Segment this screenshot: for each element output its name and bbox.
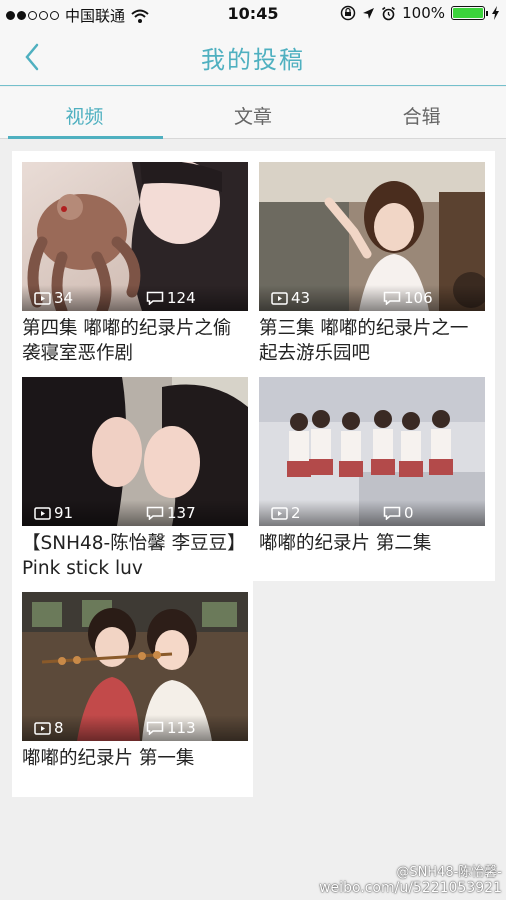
- video-thumbnail: 43 106: [259, 162, 485, 311]
- play-icon: [271, 291, 288, 305]
- alarm-icon: [382, 6, 396, 20]
- charging-bolt-icon: [492, 6, 499, 20]
- battery-percent: 100%: [402, 4, 445, 22]
- video-title: 【SNH48-陈怡馨 李豆豆】Pink stick luv: [22, 533, 246, 579]
- video-thumbnail: 91 137: [22, 377, 248, 526]
- status-bar-right: 100%: [340, 4, 500, 22]
- view-count: 43: [271, 289, 310, 307]
- battery-icon: [451, 6, 488, 20]
- comment-count: 137: [146, 504, 196, 522]
- comment-icon: [146, 721, 164, 735]
- video-thumbnail: 34 124: [22, 162, 248, 311]
- comment-count: 106: [383, 289, 433, 307]
- watermark-handle: @SNH48-陈怡馨-: [396, 865, 502, 880]
- video-card[interactable]: 43 106 第三集 嘟嘟的纪录片之一起去游乐园吧: [259, 162, 485, 366]
- comment-count: 0: [383, 504, 414, 522]
- watermark-url: weibo.com/u/5221053921: [319, 880, 502, 896]
- thumbnail-stats: 2 0: [259, 500, 485, 526]
- comment-count: 124: [146, 289, 196, 307]
- play-icon: [271, 506, 288, 520]
- comment-icon: [146, 291, 164, 305]
- weibo-watermark: @SNH48-陈怡馨- weibo.com/u/5221053921: [319, 861, 502, 896]
- video-card[interactable]: 34 124 第四集 嘟嘟的纪录片之偷袭寝室恶作剧: [22, 162, 248, 366]
- thumbnail-stats: 34 124: [22, 285, 248, 311]
- location-arrow-icon: [363, 7, 375, 19]
- video-title: 第四集 嘟嘟的纪录片之偷袭寝室恶作剧: [22, 318, 232, 364]
- navigation-bar: 我的投稿: [0, 28, 506, 86]
- status-bar: 中国联通 10:45 100%: [0, 0, 506, 28]
- view-count: 8: [34, 719, 64, 737]
- video-card[interactable]: 8 113 嘟嘟的纪录片 第一集: [22, 592, 248, 796]
- tab-articles[interactable]: 文章: [169, 87, 338, 138]
- thumbnail-stats: 91 137: [22, 500, 248, 526]
- video-card[interactable]: 2 0 嘟嘟的纪录片 第二集: [259, 377, 485, 581]
- video-card[interactable]: 91 137 【SNH48-陈怡馨 李豆豆】Pink stick luv: [22, 377, 248, 581]
- comment-icon: [383, 291, 401, 305]
- tab-videos[interactable]: 视频: [0, 87, 169, 139]
- rotation-lock-icon: [340, 5, 356, 21]
- view-count: 2: [271, 504, 301, 522]
- comment-icon: [146, 506, 164, 520]
- video-title: 嘟嘟的纪录片 第二集: [259, 533, 432, 554]
- thumbnail-stats: 43 106: [259, 285, 485, 311]
- video-title: 嘟嘟的纪录片 第一集: [22, 748, 195, 769]
- video-thumbnail: 8 113: [22, 592, 248, 741]
- view-count: 34: [34, 289, 73, 307]
- video-thumbnail: 2 0: [259, 377, 485, 526]
- thumbnail-stats: 8 113: [22, 715, 248, 741]
- comment-icon: [383, 506, 401, 520]
- play-icon: [34, 291, 51, 305]
- comment-count: 113: [146, 719, 196, 737]
- video-title: 第三集 嘟嘟的纪录片之一起去游乐园吧: [259, 318, 469, 364]
- view-count: 91: [34, 504, 73, 522]
- page-title: 我的投稿: [201, 46, 305, 74]
- play-icon: [34, 506, 51, 520]
- tab-bar: 视频 文章 合辑: [0, 87, 506, 139]
- tab-collections[interactable]: 合辑: [337, 87, 506, 138]
- play-icon: [34, 721, 51, 735]
